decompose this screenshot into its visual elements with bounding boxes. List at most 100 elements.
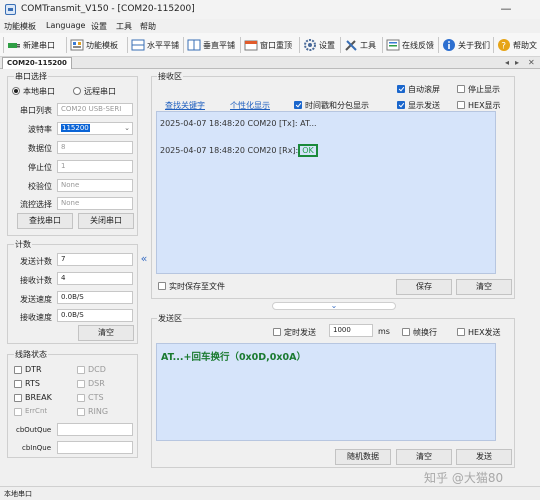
hex-send-label: HEX发送 — [468, 328, 501, 337]
receive-group-label: 接收区 — [157, 71, 183, 82]
line-status-label: 线路状态 — [14, 349, 48, 360]
receive-textarea[interactable]: 2025-04-07 18:48:20 COM20 [Tx]: AT... 20… — [156, 111, 496, 274]
menu-tools[interactable]: 工具 — [116, 21, 132, 32]
personalize-link[interactable]: 个性化显示 — [230, 100, 270, 111]
title-bar: COMTransmit_V150 - [COM20-115200] — — [0, 0, 540, 19]
tile-vertical-icon — [187, 38, 201, 52]
interval-input[interactable]: 1000 — [329, 324, 373, 337]
dsr-checkbox — [77, 380, 85, 388]
hex-send-checkbox[interactable] — [457, 328, 465, 336]
frame-newline-checkbox[interactable] — [402, 328, 410, 336]
auto-scroll-label: 自动滚屏 — [408, 85, 440, 94]
timestamp-label: 时间戳和分包显示 — [305, 101, 369, 110]
tile-vertical-button[interactable]: 垂直平铺 — [187, 36, 235, 54]
send-textarea[interactable]: AT...+回车换行（0x0D,0x0A） — [156, 343, 496, 441]
tile-horizontal-button[interactable]: 水平平铺 — [131, 36, 179, 54]
send-speed-label: 发送速度 — [20, 295, 52, 304]
parity-select[interactable]: None — [57, 179, 133, 192]
cts-label: CTS — [88, 393, 104, 402]
send-group-label: 发送区 — [157, 313, 183, 324]
receive-count-value: 4 — [57, 272, 133, 285]
tab-close[interactable]: ✕ — [528, 58, 535, 67]
chevron-down-icon: ⌄ — [124, 124, 130, 132]
window-title: COMTransmit_V150 - [COM20-115200] — [21, 4, 195, 14]
data-bits-select[interactable]: 8 — [57, 141, 133, 154]
local-port-radio[interactable] — [12, 87, 20, 95]
window-top-button[interactable]: 窗口重顶 — [244, 36, 292, 54]
window-top-icon — [244, 38, 258, 52]
new-port-button[interactable]: 新建串口 — [7, 36, 55, 54]
cts-checkbox — [77, 394, 85, 402]
feedback-button[interactable]: 在线反馈 — [386, 36, 434, 54]
receive-line-rx: 2025-04-07 18:48:20 COM20 [Rx]: OK — [160, 144, 318, 157]
about-button[interactable]: 关于我们 — [442, 36, 490, 54]
tab-scroll-right[interactable]: ▸ — [515, 58, 519, 67]
baud-rate-select[interactable]: 115200 ⌄ — [57, 122, 133, 135]
find-port-button[interactable]: 查找串口 — [17, 213, 73, 229]
minimize-button[interactable]: — — [498, 2, 514, 16]
port-list-select[interactable]: COM20 USB-SERI — [57, 103, 133, 116]
menu-settings[interactable]: 设置 — [91, 21, 107, 32]
plug-icon — [7, 38, 21, 52]
menu-language[interactable]: Language — [46, 21, 85, 30]
timestamp-checkbox[interactable] — [294, 101, 302, 109]
receive-speed-label: 接收速度 — [20, 313, 52, 322]
tab-strip: COM20-115200 ◂ ▸ ✕ — [0, 57, 540, 69]
ring-label: RING — [88, 407, 109, 416]
interval-unit: ms — [378, 327, 390, 336]
dsr-label: DSR — [88, 379, 105, 388]
errcnt-checkbox — [14, 408, 22, 416]
menu-function-template[interactable]: 功能模板 — [4, 21, 36, 32]
port-list-label: 串口列表 — [20, 106, 52, 115]
help-button[interactable]: ? 帮助文 — [497, 36, 537, 54]
flow-control-select[interactable]: None — [57, 197, 133, 210]
hex-display-checkbox[interactable] — [457, 101, 465, 109]
data-bits-label: 数据位 — [28, 144, 52, 153]
receive-line-tx: 2025-04-07 18:48:20 COM20 [Tx]: AT... — [160, 119, 317, 128]
settings-button[interactable]: 设置 — [303, 36, 335, 54]
dtr-checkbox[interactable] — [14, 366, 22, 374]
rts-label: RTS — [25, 379, 40, 388]
tab-scroll-left[interactable]: ◂ — [505, 58, 509, 67]
ring-checkbox — [77, 408, 85, 416]
realtime-save-label: 实时保存至文件 — [169, 282, 225, 291]
timed-send-label: 定时发送 — [284, 328, 316, 337]
send-button[interactable]: 发送 — [456, 449, 512, 465]
tab-com20[interactable]: COM20-115200 — [2, 57, 72, 69]
realtime-save-checkbox[interactable] — [158, 282, 166, 290]
send-clear-button[interactable]: 清空 — [396, 449, 452, 465]
flow-control-label: 流控选择 — [20, 200, 52, 209]
status-text: 本地串口 — [4, 490, 32, 498]
remote-port-radio[interactable] — [73, 87, 81, 95]
function-template-button[interactable]: 功能模板 — [70, 36, 118, 54]
stop-display-checkbox[interactable] — [457, 85, 465, 93]
tools-button[interactable]: 工具 — [344, 36, 376, 54]
collapse-left-handle[interactable]: « — [140, 247, 148, 271]
show-send-label: 显示发送 — [408, 101, 440, 110]
stop-bits-select[interactable]: 1 — [57, 160, 133, 173]
rts-checkbox[interactable] — [14, 380, 22, 388]
receive-clear-button[interactable]: 清空 — [456, 279, 512, 295]
auto-scroll-checkbox[interactable] — [397, 85, 405, 93]
gear-icon — [303, 38, 317, 52]
cb-in-que-value — [57, 441, 133, 454]
watermark: 知乎 @大猫80 — [424, 471, 504, 485]
break-checkbox[interactable] — [14, 394, 22, 402]
toolbar: 新建串口 功能模板 水平平铺 垂直平铺 窗口重顶 设置 工具 在线反馈 关于我们… — [0, 33, 540, 57]
random-data-button[interactable]: 随机数据 — [335, 449, 391, 465]
save-button[interactable]: 保存 — [396, 279, 452, 295]
show-send-checkbox[interactable] — [397, 101, 405, 109]
feedback-icon — [386, 38, 400, 52]
find-keyword-link[interactable]: 查找关键字 — [165, 100, 205, 111]
dcd-label: DCD — [88, 365, 106, 374]
ok-highlight: OK — [298, 144, 318, 157]
timed-send-checkbox[interactable] — [273, 328, 281, 336]
status-bar: 本地串口 — [0, 486, 540, 500]
collapse-down-handle[interactable]: ⌄ — [272, 302, 396, 310]
port-group-label: 串口选择 — [14, 71, 48, 82]
port-group — [7, 76, 138, 236]
count-clear-button[interactable]: 清空 — [78, 325, 134, 341]
menu-help[interactable]: 帮助 — [140, 21, 156, 32]
receive-count-label: 接收计数 — [20, 276, 52, 285]
close-port-button[interactable]: 关闭串口 — [78, 213, 134, 229]
